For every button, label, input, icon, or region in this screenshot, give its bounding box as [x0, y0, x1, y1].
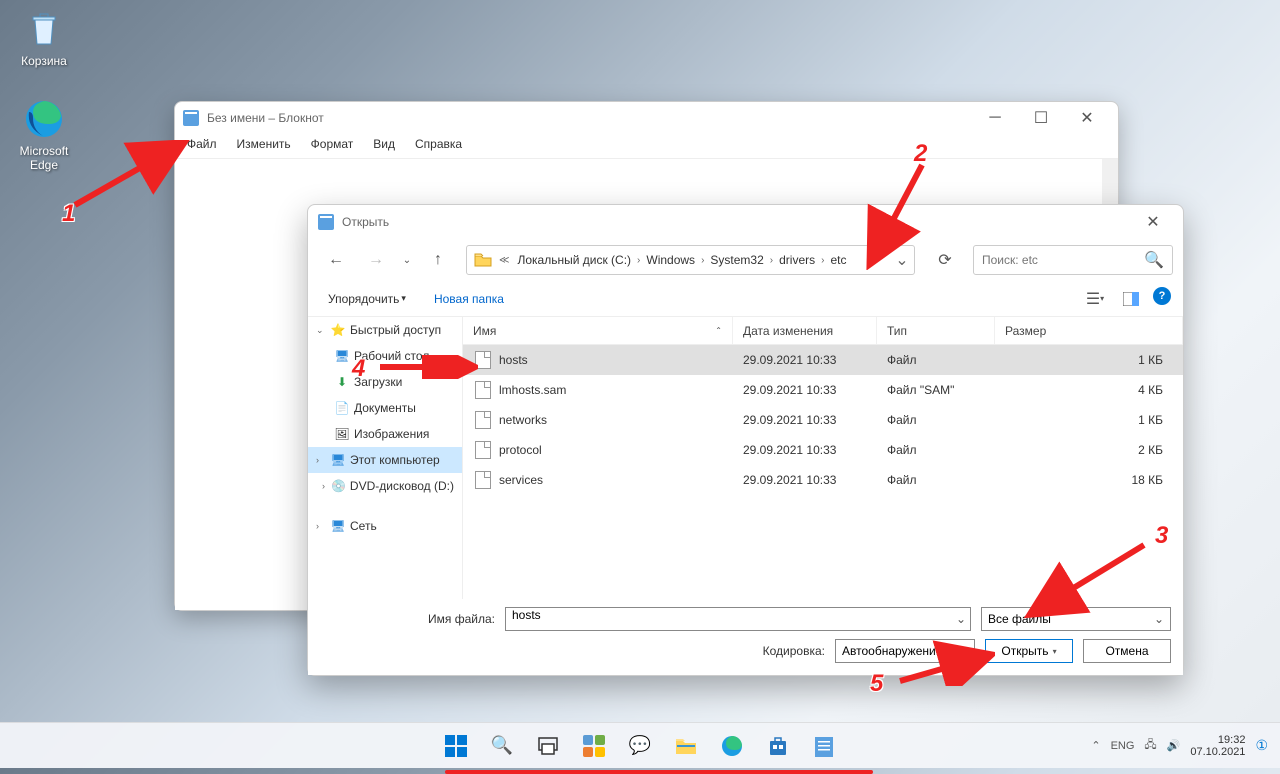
file-row[interactable]: hosts29.09.2021 10:33Файл1 КБ: [463, 345, 1183, 375]
organize-button[interactable]: Упорядочить▾: [320, 288, 414, 310]
column-name[interactable]: Имя⌃: [463, 317, 733, 344]
menu-edit[interactable]: Изменить: [227, 134, 301, 158]
file-row[interactable]: lmhosts.sam29.09.2021 10:33Файл "SAM"4 К…: [463, 375, 1183, 405]
view-options-button[interactable]: ☰ ▾: [1081, 287, 1109, 311]
chevron-right-icon: ›: [701, 255, 704, 266]
new-folder-button[interactable]: Новая папка: [426, 288, 512, 310]
chevron-down-icon: ⌄: [1154, 612, 1164, 626]
help-button[interactable]: ?: [1153, 287, 1171, 305]
sidebar-pictures[interactable]: 🖼Изображения: [308, 421, 462, 447]
minimize-button[interactable]: ─: [972, 102, 1018, 134]
notifications-icon[interactable]: ①: [1255, 737, 1268, 754]
chevron-right-icon: ›: [770, 255, 773, 266]
dialog-title: Открыть: [342, 215, 389, 229]
crumb-etc[interactable]: etc: [826, 251, 850, 269]
file-row[interactable]: services29.09.2021 10:33Файл18 КБ: [463, 465, 1183, 495]
volume-icon[interactable]: 🔊: [1167, 739, 1181, 752]
filename-input[interactable]: hosts⌄: [505, 607, 971, 631]
encoding-label: Кодировка:: [763, 644, 825, 658]
annotation-arrow-1: [70, 140, 190, 210]
recycle-bin-label: Корзина: [6, 54, 82, 68]
language-indicator[interactable]: ENG: [1111, 740, 1135, 752]
column-size[interactable]: Размер: [995, 317, 1183, 344]
tray-expand-icon[interactable]: ⌃: [1091, 739, 1100, 752]
widgets-icon[interactable]: [574, 726, 614, 766]
menu-help[interactable]: Справка: [405, 134, 472, 158]
task-view-icon[interactable]: [528, 726, 568, 766]
annotation-5: 5: [870, 670, 883, 698]
dialog-titlebar[interactable]: Открыть ✕: [308, 205, 1183, 239]
folder-icon: [473, 251, 493, 269]
close-button[interactable]: ✕: [1064, 102, 1110, 134]
file-icon: [475, 441, 491, 459]
annotation-1: 1: [62, 200, 75, 228]
notepad-app-icon: [183, 110, 199, 126]
explorer-icon[interactable]: [666, 726, 706, 766]
crumb-system32[interactable]: System32: [706, 251, 767, 269]
address-bar[interactable]: ≪ Локальный диск (C:) › Windows › System…: [466, 245, 915, 275]
annotation-arrow-3: [1024, 540, 1154, 620]
file-row[interactable]: networks29.09.2021 10:33Файл1 КБ: [463, 405, 1183, 435]
refresh-button[interactable]: ⟳: [929, 245, 961, 275]
toolbar-row: Упорядочить▾ Новая папка ☰ ▾ ?: [308, 281, 1183, 317]
search-box[interactable]: 🔍: [973, 245, 1173, 275]
open-button[interactable]: Открыть▾: [985, 639, 1073, 663]
dialog-app-icon: [318, 214, 334, 230]
sidebar-quick-access[interactable]: ⌄⭐Быстрый доступ: [308, 317, 462, 343]
notepad-taskbar-icon[interactable]: [804, 726, 844, 766]
store-icon[interactable]: [758, 726, 798, 766]
clock[interactable]: 19:32 07.10.2021: [1190, 734, 1245, 758]
annotation-3: 3: [1155, 522, 1168, 550]
recycle-bin-icon[interactable]: Корзина: [6, 6, 82, 68]
notepad-titlebar[interactable]: Без имени – Блокнот ─ ☐ ✕: [175, 102, 1118, 134]
dialog-close-button[interactable]: ✕: [1133, 208, 1173, 236]
search-input[interactable]: [982, 253, 1144, 267]
file-icon: [475, 411, 491, 429]
sidebar-this-pc[interactable]: ›🖥Этот компьютер: [308, 447, 462, 473]
sidebar-dvd[interactable]: ›💿DVD-дисковод (D:): [308, 473, 462, 499]
edge-taskbar-icon[interactable]: [712, 726, 752, 766]
sidebar-network[interactable]: ›🖥Сеть: [308, 513, 462, 539]
notepad-menubar: Файл Изменить Формат Вид Справка: [175, 134, 1118, 158]
back-button[interactable]: ←: [318, 246, 354, 274]
preview-pane-button[interactable]: [1117, 287, 1145, 311]
annotation-2: 2: [914, 140, 927, 168]
annotation-arrow-5: [895, 636, 995, 686]
sort-arrow-icon: ⌃: [715, 326, 722, 335]
annotation-arrow-2: [862, 160, 932, 270]
file-row[interactable]: protocol29.09.2021 10:33Файл2 КБ: [463, 435, 1183, 465]
breadcrumb-overflow[interactable]: ≪: [499, 255, 509, 266]
column-type[interactable]: Тип: [877, 317, 995, 344]
recent-dropdown[interactable]: ⌄: [398, 246, 416, 274]
file-icon: [475, 471, 491, 489]
up-button[interactable]: ↑: [420, 246, 456, 274]
crumb-disk[interactable]: Локальный диск (C:): [513, 251, 635, 269]
chevron-right-icon: ›: [821, 255, 824, 266]
annotation-arrow-4: [378, 355, 478, 379]
notepad-title: Без имени – Блокнот: [207, 111, 324, 125]
crumb-windows[interactable]: Windows: [642, 251, 699, 269]
annotation-4: 4: [352, 355, 365, 383]
column-headers: Имя⌃ Дата изменения Тип Размер: [463, 317, 1183, 345]
network-icon[interactable]: 🖧: [1144, 736, 1156, 755]
search-taskbar-icon[interactable]: 🔍: [482, 726, 522, 766]
teams-icon[interactable]: 💬: [620, 726, 660, 766]
menu-format[interactable]: Формат: [301, 134, 364, 158]
nav-row: ← → ⌄ ↑ ≪ Локальный диск (C:) › Windows …: [308, 239, 1183, 281]
annotation-underline: [445, 770, 873, 774]
menu-view[interactable]: Вид: [363, 134, 405, 158]
maximize-button[interactable]: ☐: [1018, 102, 1064, 134]
filename-label: Имя файла:: [320, 612, 505, 626]
cancel-button[interactable]: Отмена: [1083, 639, 1171, 663]
chevron-down-icon[interactable]: ⌄: [956, 612, 966, 626]
chevron-right-icon: ›: [637, 255, 640, 266]
column-date[interactable]: Дата изменения: [733, 317, 877, 344]
file-icon: [475, 381, 491, 399]
crumb-drivers[interactable]: drivers: [775, 251, 819, 269]
sidebar-documents[interactable]: 📄Документы: [308, 395, 462, 421]
taskbar: 🔍 💬 ⌃ ENG 🖧 🔊 19:32 07.10.2021 ①: [0, 722, 1280, 768]
start-button[interactable]: [436, 726, 476, 766]
search-icon: 🔍: [1144, 250, 1164, 270]
forward-button[interactable]: →: [358, 246, 394, 274]
